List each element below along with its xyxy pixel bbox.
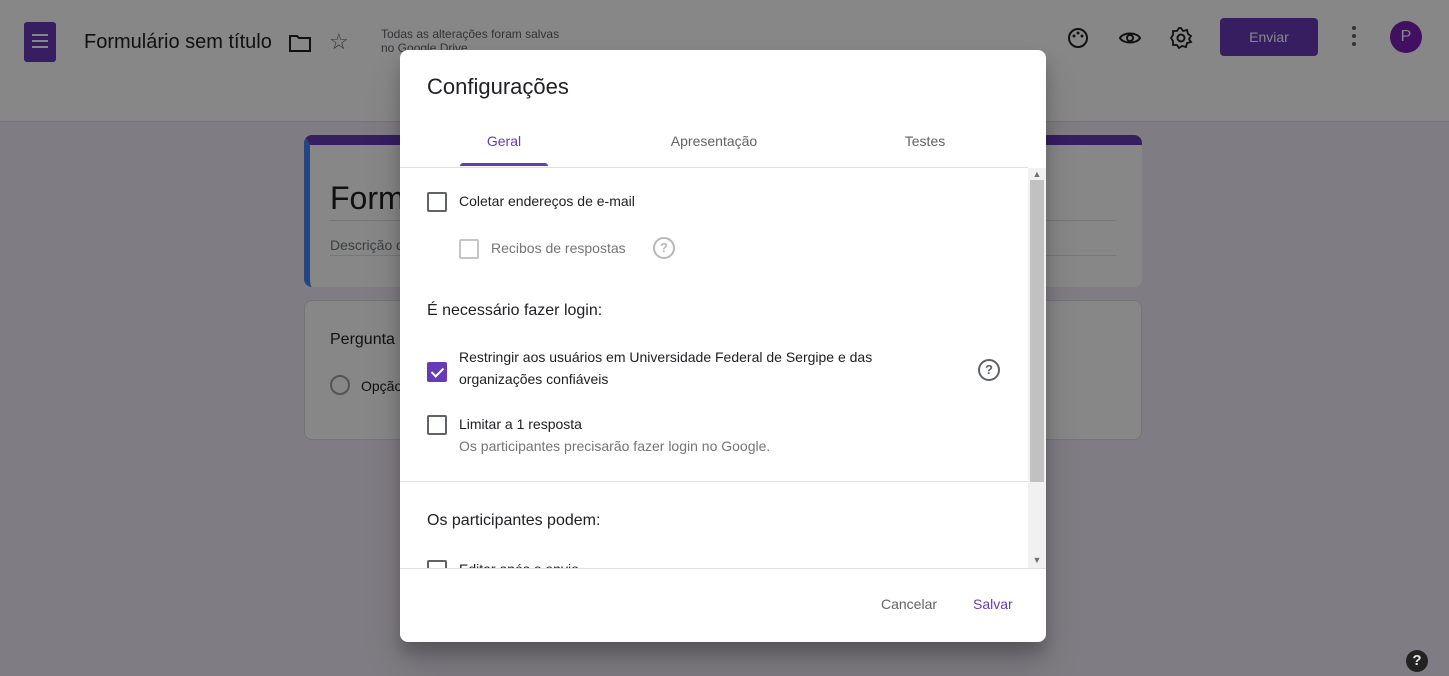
scrollbar-thumb[interactable] <box>1030 180 1044 482</box>
restrict-help-icon[interactable]: ? <box>978 359 1000 381</box>
restrict-users-label-line2: organizações confiáveis <box>459 371 609 387</box>
limit-one-response-hint: Os participantes precisarão fazer login … <box>459 438 771 454</box>
limit-one-response-checkbox[interactable] <box>427 415 447 435</box>
restrict-users-label-line1: Restringir aos usuários em Universidade … <box>459 349 873 365</box>
dialog-title: Configurações <box>427 74 569 99</box>
help-fab-icon[interactable]: ? <box>1406 650 1428 672</box>
active-tab-indicator <box>460 163 548 166</box>
restrict-users-checkbox[interactable] <box>427 362 447 382</box>
footer-divider <box>400 568 1046 569</box>
receipts-label: Recibos de respostas <box>491 240 626 256</box>
settings-scroll-area[interactable]: Coletar endereços de e-mail Recibos de r… <box>400 168 1046 568</box>
login-section-title: É necessário fazer login: <box>427 302 603 319</box>
save-button[interactable]: Salvar <box>973 596 1013 612</box>
receipts-help-icon[interactable]: ? <box>653 237 675 259</box>
tab-geral[interactable]: Geral <box>460 133 548 149</box>
scroll-down-icon[interactable]: ▼ <box>1031 555 1043 565</box>
collect-emails-checkbox[interactable] <box>427 192 447 212</box>
tab-testes[interactable]: Testes <box>885 133 965 149</box>
tab-apresentacao[interactable]: Apresentação <box>644 133 784 149</box>
edit-after-submit-checkbox[interactable] <box>427 560 447 568</box>
receipts-checkbox[interactable] <box>459 239 479 259</box>
settings-scrollbar[interactable]: ▲ ▼ <box>1028 168 1046 568</box>
cancel-button[interactable]: Cancelar <box>881 596 937 612</box>
scroll-up-icon[interactable]: ▲ <box>1031 169 1043 179</box>
edit-after-submit-label: Editar após o envio <box>459 559 579 568</box>
limit-one-response-label: Limitar a 1 resposta <box>459 416 582 432</box>
participants-section-title: Os participantes podem: <box>427 512 601 529</box>
collect-emails-label: Coletar endereços de e-mail <box>459 193 635 209</box>
section-divider <box>400 481 1028 482</box>
settings-dialog: Configurações Geral Apresentação Testes … <box>400 50 1046 642</box>
